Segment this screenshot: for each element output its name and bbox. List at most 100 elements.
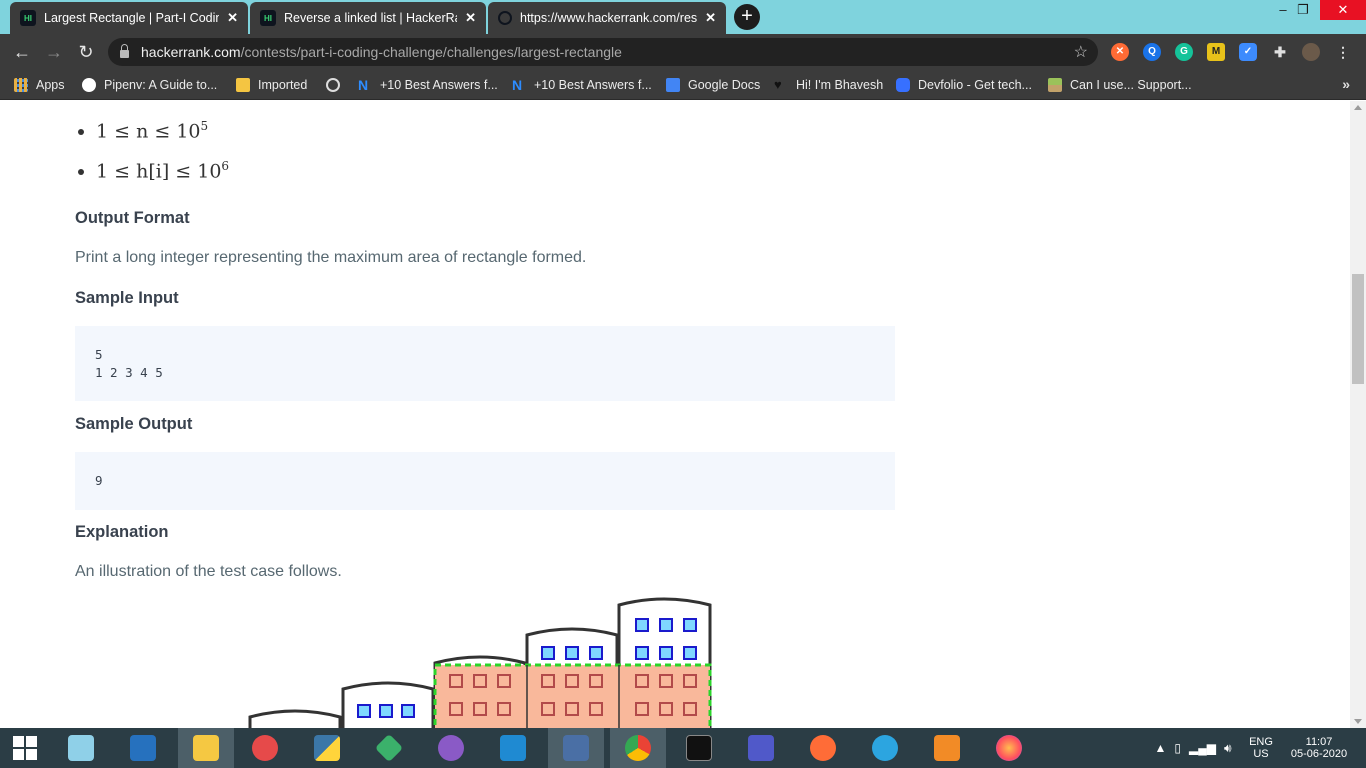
tab-strip: HI Largest Rectangle | Part-I Coding ✕ H… [0,0,1366,34]
chevron-up-icon[interactable]: ▲ [1154,741,1166,755]
output-format-text: Print a long integer representing the ma… [75,249,587,266]
language-indicator[interactable]: ENG US [1244,728,1278,768]
reload-button[interactable]: ↻ [74,40,98,64]
cmd-icon [686,735,712,761]
bookmark-apps[interactable]: Apps [14,70,65,100]
bookmark-star-icon[interactable]: ☆ [1074,42,1088,62]
folder-icon [236,78,250,92]
lock-icon [120,44,129,58]
vertical-scrollbar[interactable] [1350,101,1366,728]
telegram-icon [872,735,898,761]
taskbar-powershell[interactable] [118,728,168,768]
tab-title: https://www.hackerrank.com/rest [520,11,698,25]
bookmark-label: Pipenv: A Guide to... [104,78,218,92]
url-path: /contests/part-i-coding-challenge/challe… [240,44,622,60]
bookmark-label: Devfolio - Get tech... [918,78,1032,92]
bookmark-google-docs[interactable]: Google Docs [666,70,760,100]
taskbar-cmd[interactable] [674,728,724,768]
wifi-signal-icon[interactable]: ▂▄▆ [1189,741,1216,755]
tab-largest-rectangle[interactable]: HI Largest Rectangle | Part-I Coding ✕ [10,2,248,34]
close-tab-icon[interactable]: ✕ [227,10,238,26]
address-bar[interactable]: hackerrank.com/contests/part-i-coding-ch… [108,38,1098,66]
taskbar-notepad[interactable] [56,728,106,768]
constraint-exponent: 5 [200,119,209,133]
sample-input-heading: Sample Input [75,289,179,307]
constraint-exponent: 6 [221,159,230,173]
vscode-icon [500,735,526,761]
close-tab-icon[interactable]: ✕ [705,10,716,26]
taskbar-firefox[interactable] [984,728,1034,768]
taskbar-file-explorer[interactable] [178,728,234,768]
bookmark-label: +10 Best Answers f... [534,78,652,92]
system-tray[interactable]: ▲ ▯ ▂▄▆ 🔊︎ [1148,728,1238,768]
windows-taskbar: ▲ ▯ ▂▄▆ 🔊︎ ENG US 11:07 05-06-2020 [0,728,1366,768]
tab-hackerrank-rest[interactable]: https://www.hackerrank.com/rest ✕ [488,2,726,34]
forward-button[interactable]: → [42,40,66,64]
extensions-puzzle-icon[interactable]: ✚ [1271,43,1289,61]
menu-kebab-icon[interactable]: ⋮ [1334,43,1352,61]
extension-search-icon[interactable]: Q [1143,43,1161,61]
taskbar-chrome[interactable] [610,728,666,768]
new-tab-button[interactable]: + [734,4,760,30]
bookmark-best-answers-2[interactable]: N +10 Best Answers f... [512,70,652,100]
git-kraken-icon [374,733,404,763]
n-logo-icon: N [358,77,369,93]
taskbar-teams[interactable] [736,728,786,768]
bookmarks-bar: Apps Pipenv: A Guide to... Imported N +1… [0,70,1366,100]
clock[interactable]: 11:07 05-06-2020 [1284,728,1354,768]
explanation-text: An illustration of the test case follows… [75,563,342,580]
building-1 [248,709,342,728]
taskbar-telegram[interactable] [860,728,910,768]
notepad-icon [68,735,94,761]
taskbar-git-kraken[interactable] [364,728,414,768]
taskbar-github-desktop[interactable] [426,728,476,768]
extension-orange-icon[interactable]: ✕ [1111,43,1129,61]
teams-icon [748,735,774,761]
close-tab-icon[interactable]: ✕ [465,10,476,26]
language-label: ENG [1249,736,1273,748]
bookmark-best-answers-1[interactable]: N +10 Best Answers f... [358,70,498,100]
bookmark-devfolio[interactable]: Devfolio - Get tech... [896,70,1032,100]
taskbar-sublime[interactable] [922,728,972,768]
scroll-up-icon[interactable] [1354,105,1362,110]
browser-toolbar: ← → ↻ hackerrank.com/contests/part-i-cod… [0,34,1366,70]
battery-icon[interactable]: ▯ [1174,741,1181,755]
n-logo-icon: N [512,77,523,93]
back-button[interactable]: ← [10,40,34,64]
bookmark-pipenv[interactable]: Pipenv: A Guide to... [82,70,217,100]
shield-icon[interactable]: ✓ [1239,43,1257,61]
taskbar-python[interactable] [302,728,352,768]
bookmark-imported[interactable]: Imported [236,70,307,100]
bookmark-label: Imported [258,78,308,92]
page-viewport: 1 ≤ n ≤ 105 1 ≤ h[i] ≤ 106 Output Format… [0,101,1350,728]
bookmarks-overflow-button[interactable]: » [1342,76,1350,92]
bookmark-bhavesh[interactable]: ♥ Hi! I'm Bhavesh [774,70,883,100]
buildings-illustration [248,597,712,728]
close-window-button[interactable]: ✕ [1320,0,1366,20]
bookmark-label: Apps [36,78,65,92]
taskbar-vscode[interactable] [488,728,538,768]
github-desktop-icon [438,735,464,761]
constraint-item: 1 ≤ n ≤ 105 [78,119,208,142]
restore-button[interactable]: ❐ [1286,0,1320,20]
taskbar-snipping-tool[interactable] [240,728,290,768]
taskbar-postman[interactable] [798,728,848,768]
chrome-icon [625,735,651,761]
volume-icon[interactable]: 🔊︎ [1224,741,1232,756]
constraint-math: 1 ≤ h[i] ≤ 10 [96,160,222,183]
powershell-icon [130,735,156,761]
scrollbar-thumb[interactable] [1352,274,1364,384]
postman-icon [810,735,836,761]
taskbar-devcpp[interactable] [548,728,604,768]
grammarly-icon[interactable]: G [1175,43,1193,61]
bookmark-caniuse[interactable]: Can I use... Support... [1048,70,1192,100]
profile-avatar[interactable] [1302,43,1320,61]
bookmark-label: Hi! I'm Bhavesh [796,78,884,92]
extension-mail-icon[interactable]: M [1207,43,1225,61]
globe-icon [326,78,340,92]
tab-reverse-linked-list[interactable]: HI Reverse a linked list | HackerRank ✕ [250,2,486,34]
bookmark-globe[interactable] [326,70,348,100]
scroll-down-icon[interactable] [1354,719,1362,724]
output-format-heading: Output Format [75,209,190,227]
start-button[interactable] [0,728,50,768]
